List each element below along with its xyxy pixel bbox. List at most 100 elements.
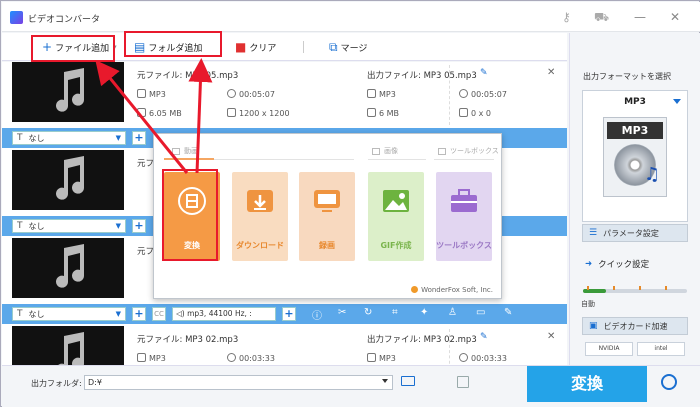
subtitle-select[interactable]: T なし ▼ bbox=[12, 219, 126, 233]
download-tile[interactable]: ダウンロード bbox=[232, 172, 288, 261]
add-audio-button[interactable]: + bbox=[282, 307, 296, 321]
alarm-clock-icon[interactable] bbox=[661, 374, 677, 390]
section-video: 動画 bbox=[172, 146, 198, 156]
slider-label: 自動 bbox=[581, 300, 595, 308]
size-value: 6.05 MB bbox=[137, 108, 182, 118]
brand-label: WonderFox Soft, Inc. bbox=[411, 286, 493, 294]
record-tile[interactable]: 録画 bbox=[299, 172, 355, 261]
remove-row-icon[interactable]: ✕ bbox=[547, 67, 555, 78]
music-note-icon bbox=[58, 332, 84, 365]
clear-button[interactable]: ■ クリア bbox=[235, 40, 276, 54]
edit-icon[interactable]: ✎ bbox=[504, 307, 512, 318]
image-icon bbox=[383, 190, 409, 212]
thumbnail bbox=[12, 238, 124, 298]
effects-icon[interactable]: ✦ bbox=[420, 307, 428, 318]
app-window: ビデオコンバータ ⚷ ⛟ — ✕ + ファイル追加 ▾ ▤ フォルダ追加 ■ ク… bbox=[0, 0, 700, 407]
screen-record-icon bbox=[314, 190, 340, 212]
open-output-icon[interactable] bbox=[457, 376, 469, 388]
nvidia-badge[interactable]: NVIDIA bbox=[585, 342, 633, 356]
out-format-value: MP3 bbox=[367, 89, 396, 99]
intel-badge[interactable]: intel bbox=[637, 342, 685, 356]
output-file: 出力ファイル: MP3 05.mp3 bbox=[367, 71, 477, 81]
toolbar: + ファイル追加 ▾ ▤ フォルダ追加 ■ クリア ⧉ マージ bbox=[2, 33, 567, 61]
add-subtitle-button[interactable]: + bbox=[132, 131, 146, 145]
chevron-down-icon[interactable]: ▾ bbox=[113, 43, 117, 51]
watermark-icon[interactable]: ♙ bbox=[448, 307, 457, 318]
text-icon: T bbox=[17, 133, 23, 143]
clock-icon bbox=[459, 353, 468, 362]
gif-tile[interactable]: GIF作成 bbox=[368, 172, 424, 261]
add-folder-button[interactable]: ▤ フォルダ追加 bbox=[134, 40, 202, 54]
merge-button[interactable]: ⧉ マージ bbox=[329, 40, 367, 54]
music-note-icon bbox=[56, 244, 84, 288]
edit-pencil-icon[interactable]: ✎ bbox=[480, 332, 488, 342]
out-duration-value: 00:05:07 bbox=[459, 89, 507, 99]
quick-settings: ➜ クイック設定 bbox=[585, 259, 650, 270]
wonderfox-logo-icon bbox=[411, 286, 419, 293]
gpu-acceleration-button[interactable]: ▣ ビデオカード加速 bbox=[582, 317, 688, 335]
subtitle-select[interactable]: T なし ▼ bbox=[12, 307, 126, 321]
out-format-value: MP3 bbox=[367, 353, 396, 363]
quality-slider[interactable] bbox=[583, 286, 687, 293]
row-controls: T なし ▼ + CC ◁) mp3, 44100 Hz, : + ⓘ ✂ ↻ ⌗ … bbox=[2, 304, 567, 324]
output-folder-label: 出力フォルダ: bbox=[31, 379, 82, 388]
add-file-button[interactable]: + ファイル追加 ▾ bbox=[42, 40, 117, 54]
audio-track-select[interactable]: ◁) mp3, 44100 Hz, : bbox=[172, 307, 276, 321]
gpu-icon: ▣ bbox=[589, 321, 598, 331]
clock-icon bbox=[227, 89, 236, 98]
clock-icon bbox=[459, 89, 468, 98]
section-image: 画像 bbox=[372, 146, 398, 156]
crop-icon[interactable]: ⌗ bbox=[392, 307, 398, 318]
key-icon[interactable]: ⚷ bbox=[562, 10, 571, 24]
cc-icon[interactable]: CC bbox=[152, 307, 166, 321]
chevron-down-icon: ▼ bbox=[115, 310, 121, 318]
remove-row-icon[interactable]: ✕ bbox=[547, 331, 555, 342]
plus-icon: + bbox=[42, 40, 53, 54]
close-icon[interactable]: ✕ bbox=[670, 10, 680, 24]
film-icon bbox=[178, 187, 206, 215]
file-icon bbox=[137, 353, 146, 362]
scissors-icon[interactable]: ✂ bbox=[338, 307, 346, 318]
format-value: MP3 bbox=[137, 353, 166, 363]
output-format-selector[interactable]: MP3 MP3 ♫ bbox=[582, 90, 688, 222]
toolbox-icon bbox=[451, 189, 477, 212]
file-icon bbox=[137, 89, 146, 98]
row-info: 元ファイル: MP3 05.mp3 MP3 00:05:07 6.05 MB 1… bbox=[137, 65, 562, 125]
subtitle-edit-icon[interactable]: ▭ bbox=[476, 307, 485, 318]
image-icon bbox=[372, 147, 380, 155]
folder-open-icon[interactable] bbox=[401, 376, 415, 386]
arrow-icon: ➜ bbox=[585, 259, 593, 269]
add-subtitle-button[interactable]: + bbox=[132, 307, 146, 321]
text-icon: T bbox=[17, 221, 23, 231]
resolution-icon bbox=[227, 108, 236, 117]
subtitle-select[interactable]: T なし ▼ bbox=[12, 131, 126, 145]
format-name: MP3 bbox=[624, 97, 646, 107]
row-info: 元ファイル: MP3 02.mp3 MP3 00:03:33 出力ファイル: M… bbox=[137, 329, 562, 365]
app-title: ビデオコンバータ bbox=[28, 15, 101, 25]
toolbox-tile[interactable]: ツールボックス bbox=[436, 172, 492, 261]
add-subtitle-button[interactable]: + bbox=[132, 219, 146, 233]
out-duration-value: 00:03:33 bbox=[459, 353, 507, 363]
cart-icon[interactable]: ⛟ bbox=[594, 10, 609, 26]
output-folder-field[interactable]: D:¥ bbox=[84, 375, 393, 390]
resolution-value: 1200 x 1200 bbox=[227, 108, 290, 118]
convert-button[interactable]: 変換 bbox=[527, 366, 647, 402]
thumbnail bbox=[12, 326, 124, 365]
info-icon[interactable]: ⓘ bbox=[312, 307, 322, 322]
mp3-format-icon: MP3 ♫ bbox=[603, 117, 667, 197]
thumbnail bbox=[12, 150, 124, 210]
duration-value: 00:05:07 bbox=[227, 89, 275, 99]
music-note-icon bbox=[56, 68, 84, 112]
convert-tile[interactable]: 変換 bbox=[164, 172, 220, 261]
music-note-icon bbox=[56, 156, 84, 200]
folder-icon bbox=[137, 108, 146, 117]
parameter-settings-button[interactable]: ☰ パラメータ設定 bbox=[582, 224, 688, 242]
download-icon bbox=[247, 190, 273, 212]
minimize-icon[interactable]: — bbox=[634, 10, 646, 24]
music-note-icon: ♫ bbox=[644, 164, 661, 185]
duration-value: 00:03:33 bbox=[227, 353, 275, 363]
chevron-down-icon: ▼ bbox=[115, 134, 121, 142]
folder-icon bbox=[367, 108, 376, 117]
edit-pencil-icon[interactable]: ✎ bbox=[480, 68, 488, 78]
rotate-icon[interactable]: ↻ bbox=[364, 307, 372, 318]
